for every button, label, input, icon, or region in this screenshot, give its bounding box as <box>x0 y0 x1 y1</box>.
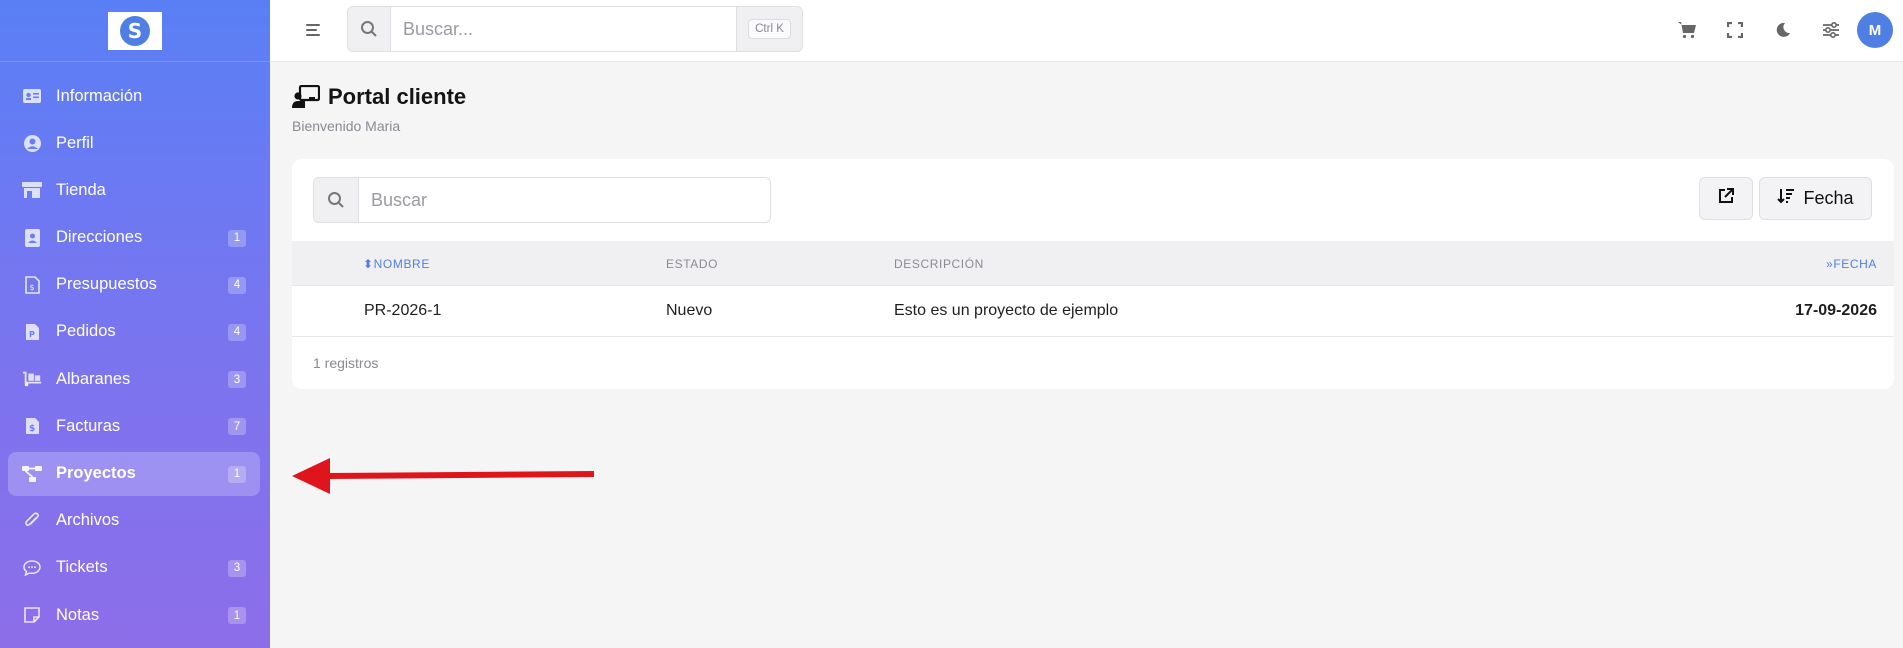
note-icon <box>22 605 42 625</box>
sidebar-item-pedidos[interactable]: P Pedidos 4 <box>8 310 260 354</box>
table-row[interactable]: PR-2026-1 Nuevo Esto es un proyecto de e… <box>292 286 1894 337</box>
file-quote-icon: $ <box>22 275 42 295</box>
export-button[interactable] <box>1699 177 1753 220</box>
count-badge: 7 <box>228 418 246 436</box>
projects-card: Fecha ⬍NOMBRE ESTADO DESCRIPCIÓN »FECHA … <box>292 159 1894 389</box>
global-search-input[interactable] <box>391 7 736 51</box>
cart-icon[interactable] <box>1665 10 1709 50</box>
sidebar: S Información Perfil Tienda Direcciones … <box>0 0 270 648</box>
count-badge: 1 <box>228 607 246 625</box>
search-icon <box>314 178 359 222</box>
page-subtitle: Bienvenido Maria <box>292 118 401 134</box>
shortcut-key: Ctrl K <box>748 19 791 39</box>
chat-icon <box>22 558 42 578</box>
sidebar-item-perfil[interactable]: Perfil <box>8 121 260 165</box>
svg-text:$: $ <box>29 424 35 434</box>
user-circle-icon <box>22 133 42 153</box>
table-header: ⬍NOMBRE ESTADO DESCRIPCIÓN »FECHA <box>292 241 1894 286</box>
logo-mark: S <box>120 15 150 46</box>
svg-text:P: P <box>29 330 35 339</box>
column-header-estado: ESTADO <box>666 257 719 271</box>
sidebar-item-albaranes[interactable]: Albaranes 3 <box>8 357 260 401</box>
logo-area: S <box>0 0 270 62</box>
page-header: Portal cliente Bienvenido Maria <box>292 84 466 134</box>
count-badge: 3 <box>228 371 246 389</box>
cell-descripcion: Esto es un proyecto de ejemplo <box>894 302 1119 319</box>
count-badge: 3 <box>228 559 246 577</box>
address-book-icon <box>22 228 42 248</box>
count-badge: 4 <box>228 323 246 341</box>
sidebar-item-label: Tienda <box>56 180 106 199</box>
svg-text:$: $ <box>29 283 34 292</box>
sidebar-item-label: Archivos <box>56 511 120 530</box>
page-title: Portal cliente <box>292 84 466 110</box>
records-count: 1 registros <box>313 355 379 371</box>
dark-mode-icon[interactable] <box>1761 10 1805 50</box>
sidebar-item-notas[interactable]: Notas 1 <box>8 593 260 637</box>
count-badge: 1 <box>228 465 246 483</box>
sidebar-item-label: Información <box>56 86 143 105</box>
cell-nombre: PR-2026-1 <box>364 302 442 319</box>
sidebar-item-direcciones[interactable]: Direcciones 1 <box>8 216 260 260</box>
sidebar-item-facturas[interactable]: $ Facturas 7 <box>8 404 260 448</box>
sidebar-item-tienda[interactable]: Tienda <box>8 168 260 212</box>
sidebar-item-proyectos[interactable]: Proyectos 1 <box>8 451 260 496</box>
sort-icon: ⬍ <box>363 257 374 271</box>
sort-by-date-button[interactable]: Fecha <box>1759 177 1872 220</box>
store-icon <box>22 180 42 200</box>
logo[interactable]: S <box>108 11 162 50</box>
annotation-arrow <box>292 456 596 501</box>
count-badge: 4 <box>228 276 246 294</box>
topbar: Ctrl K M <box>270 0 1903 62</box>
count-badge: 1 <box>228 229 246 247</box>
avatar[interactable]: M <box>1857 12 1893 48</box>
settings-sliders-icon[interactable] <box>1809 10 1853 50</box>
invoice-icon: $ <box>22 416 42 436</box>
column-header-descripcion: DESCRIPCIÓN <box>894 257 984 271</box>
search-icon <box>348 7 391 51</box>
column-header-nombre[interactable]: ⬍NOMBRE <box>363 257 430 271</box>
paperclip-icon <box>22 511 42 531</box>
table-search <box>313 177 771 223</box>
sidebar-item-label: Perfil <box>56 133 94 152</box>
shortcut-hint: Ctrl K <box>736 7 802 51</box>
column-header-fecha[interactable]: »FECHA <box>1826 257 1877 271</box>
dolly-icon <box>22 369 42 389</box>
sidebar-item-tickets[interactable]: Tickets 3 <box>8 546 260 590</box>
page-title-text: Portal cliente <box>328 84 467 109</box>
sidebar-item-informacion[interactable]: Información <box>8 74 260 118</box>
chalkboard-user-icon <box>292 84 321 109</box>
sort-button-label: Fecha <box>1803 188 1854 208</box>
file-order-icon: P <box>22 322 42 342</box>
sidebar-menu: Información Perfil Tienda Direcciones 1 … <box>0 62 270 637</box>
table-search-input[interactable] <box>359 178 770 222</box>
project-diagram-icon <box>22 464 42 484</box>
global-search: Ctrl K <box>347 6 803 52</box>
sidebar-item-archivos[interactable]: Archivos <box>8 499 260 543</box>
fullscreen-icon[interactable] <box>1713 10 1757 50</box>
cell-estado: Nuevo <box>666 302 713 319</box>
cell-fecha: 17-09-2026 <box>1795 302 1877 319</box>
external-link-icon <box>1717 187 1735 210</box>
topbar-actions: M <box>1661 10 1893 50</box>
sidebar-item-presupuestos[interactable]: $ Presupuestos 4 <box>8 263 260 307</box>
sort-amount-down-icon <box>1777 188 1795 209</box>
menu-toggle-icon[interactable] <box>303 20 323 40</box>
id-card-icon <box>22 86 42 106</box>
